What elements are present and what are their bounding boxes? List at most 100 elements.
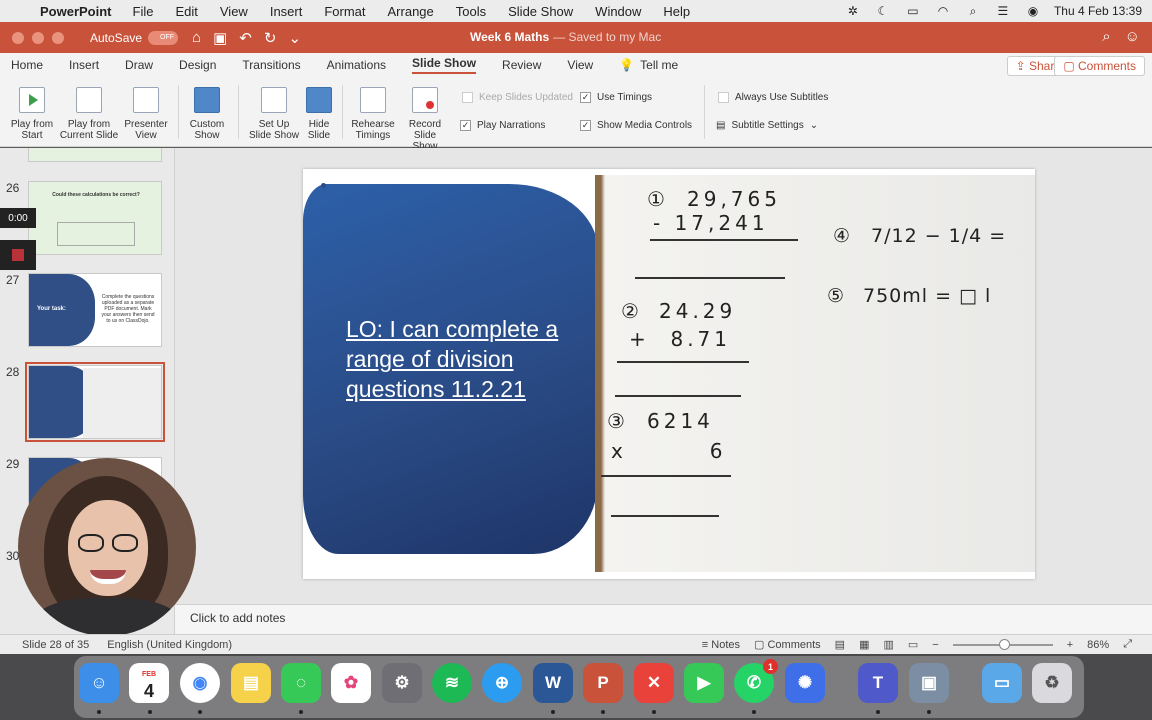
battery-icon[interactable]: ▭ — [904, 4, 922, 18]
slide-title[interactable]: LO: I can complete a range of division q… — [346, 314, 576, 404]
whatsapp-icon[interactable]: ✆ 1 — [734, 659, 778, 703]
subtitle-icon: ▤ — [716, 120, 726, 131]
app-menu[interactable]: PowerPoint — [40, 4, 112, 19]
use-timings-checkbox[interactable]: ✓ Use Timings — [580, 92, 652, 103]
calendar-icon[interactable]: FEB 4 — [129, 663, 169, 703]
presenter-view-button[interactable]: Presenter View — [122, 87, 170, 141]
tab-home[interactable]: Home — [11, 58, 43, 72]
tab-animations[interactable]: Animations — [327, 58, 386, 72]
trash-icon[interactable]: ♻ — [1032, 663, 1072, 703]
menu-insert[interactable]: Insert — [270, 4, 303, 19]
show-media-controls-checkbox[interactable]: ✓ Show Media Controls — [580, 120, 692, 131]
menu-window[interactable]: Window — [595, 4, 641, 19]
comments-toggle[interactable]: ▢ Comments — [754, 638, 821, 651]
rehearse-timings-button[interactable]: Rehearse Timings — [350, 87, 396, 141]
setup-slide-show-button[interactable]: Set Up Slide Show — [248, 87, 300, 141]
zoom-window-button[interactable] — [52, 31, 64, 44]
remote-desktop-icon[interactable]: ✕ — [634, 663, 674, 703]
custom-show-button[interactable]: Custom Show — [186, 87, 228, 141]
menu-help[interactable]: Help — [663, 4, 690, 19]
undo-icon[interactable]: ↶ — [239, 29, 252, 47]
menu-arrange[interactable]: Arrange — [388, 4, 434, 19]
messages-icon[interactable]: ◌ — [281, 663, 321, 703]
record-slide-show-button[interactable]: Record Slide Show — [400, 87, 450, 152]
tab-draw[interactable]: Draw — [125, 58, 153, 72]
close-window-button[interactable] — [12, 31, 24, 44]
play-narrations-checkbox[interactable]: ✓ Play Narrations — [460, 120, 545, 131]
slide-canvas[interactable]: LO: I can complete a range of division q… — [303, 169, 1035, 579]
word-icon[interactable]: W — [533, 663, 573, 703]
save-icon[interactable]: ▣ — [213, 29, 227, 47]
minimize-window-button[interactable] — [32, 31, 44, 44]
slideshow-view-icon[interactable]: ▭ — [908, 638, 918, 651]
wifi-icon[interactable]: ◠ — [934, 4, 952, 18]
menu-edit[interactable]: Edit — [175, 4, 197, 19]
menu-slide-show[interactable]: Slide Show — [508, 4, 573, 19]
slide-photo-worksheet[interactable]: ① 29,765 - 17,241 ② 24.29 + 8.71 ③ 6214 … — [595, 175, 1035, 572]
slide-sorter-icon[interactable]: ▦ — [859, 638, 869, 651]
zoom-out-icon[interactable]: − — [932, 639, 938, 651]
search-icon[interactable]: ⌕ — [1102, 28, 1110, 45]
siri-icon[interactable]: ◉ — [1024, 4, 1042, 18]
zoom-level[interactable]: 86% — [1087, 639, 1109, 651]
tab-design[interactable]: Design — [179, 58, 216, 72]
tab-transitions[interactable]: Transitions — [242, 58, 300, 72]
search-icon[interactable]: ⌕ — [964, 4, 982, 19]
photos-icon[interactable]: ✿ — [331, 663, 371, 703]
control-center-icon[interactable]: ☰ — [994, 4, 1012, 18]
notes-app-icon[interactable]: ▤ — [231, 663, 271, 703]
checkbox-box: ✓ — [580, 92, 591, 103]
hide-slide-button[interactable]: Hide Slide — [304, 87, 334, 141]
system-preferences-icon[interactable]: ⚙ — [382, 663, 422, 703]
tab-slide-show[interactable]: Slide Show — [412, 56, 477, 74]
slide-thumbnail-selected[interactable] — [25, 362, 165, 442]
keep-slides-updated-checkbox[interactable]: Keep Slides Updated — [462, 92, 573, 103]
comments-button[interactable]: ▢ Comments — [1054, 56, 1145, 76]
downloads-folder-icon[interactable]: ▭ — [982, 663, 1022, 703]
redo-icon[interactable]: ↻ — [264, 29, 277, 47]
tab-insert[interactable]: Insert — [69, 58, 99, 72]
safari-icon[interactable]: ⊕ — [482, 663, 522, 703]
home-icon[interactable]: ⌂ — [192, 29, 201, 47]
account-icon[interactable]: ☺ — [1125, 28, 1140, 45]
subtitle-settings-dropdown[interactable]: ▤ Subtitle Settings ⌄ — [716, 120, 818, 131]
menu-view[interactable]: View — [220, 4, 248, 19]
save-status: — Saved to my Mac — [553, 30, 662, 44]
language-indicator[interactable]: English (United Kingdom) — [107, 639, 232, 651]
normal-view-icon[interactable]: ▤ — [835, 638, 845, 651]
powerpoint-icon[interactable]: P — [583, 663, 623, 703]
facetime-icon[interactable]: ▶ — [684, 663, 724, 703]
customize-toolbar-icon[interactable]: ⌄ — [288, 29, 301, 47]
zoom-in-icon[interactable]: + — [1067, 639, 1073, 651]
fit-to-window-icon[interactable]: ⤢ — [1123, 638, 1132, 651]
stop-recording-button[interactable] — [0, 240, 36, 270]
teams-icon[interactable]: T — [858, 663, 898, 703]
app-starburst-icon[interactable]: ✺ — [785, 663, 825, 703]
slide-thumbnail[interactable]: Your task: Complete the questions upload… — [28, 273, 162, 347]
rehearse-icon — [360, 87, 386, 113]
finder-icon[interactable]: ☺ — [79, 663, 119, 703]
slide-thumbnail[interactable] — [28, 148, 162, 162]
play-from-current-button[interactable]: Play from Current Slide — [56, 87, 122, 141]
gear-status-icon[interactable]: ✲ — [844, 4, 862, 18]
spotify-icon[interactable]: ≋ — [432, 663, 472, 703]
menu-file[interactable]: File — [133, 4, 154, 19]
notes-toggle[interactable]: ≡ Notes — [702, 639, 740, 651]
chrome-icon[interactable]: ◉ — [180, 663, 220, 703]
menu-tools[interactable]: Tools — [456, 4, 486, 19]
zoom-slider[interactable] — [952, 638, 1053, 650]
always-use-subtitles-checkbox[interactable]: Always Use Subtitles — [718, 92, 828, 103]
do-not-disturb-icon[interactable]: ☾ — [874, 4, 892, 18]
preview-icon[interactable]: ▣ — [909, 663, 949, 703]
tell-me-search[interactable]: 💡 Tell me — [619, 58, 678, 72]
menu-format[interactable]: Format — [324, 4, 365, 19]
tab-view[interactable]: View — [567, 58, 593, 72]
reading-view-icon[interactable]: ▥ — [883, 638, 893, 651]
slide-thumbnail[interactable]: Could these calculations be correct? — [28, 181, 162, 255]
play-from-start-button[interactable]: Play from Start — [10, 87, 54, 141]
menubar-clock[interactable]: Thu 4 Feb 13:39 — [1054, 4, 1142, 18]
autosave-toggle[interactable]: OFF — [148, 30, 179, 45]
notes-pane[interactable]: Click to add notes — [175, 604, 1152, 634]
zoom-slider-thumb[interactable] — [998, 638, 1010, 650]
tab-review[interactable]: Review — [502, 58, 541, 72]
